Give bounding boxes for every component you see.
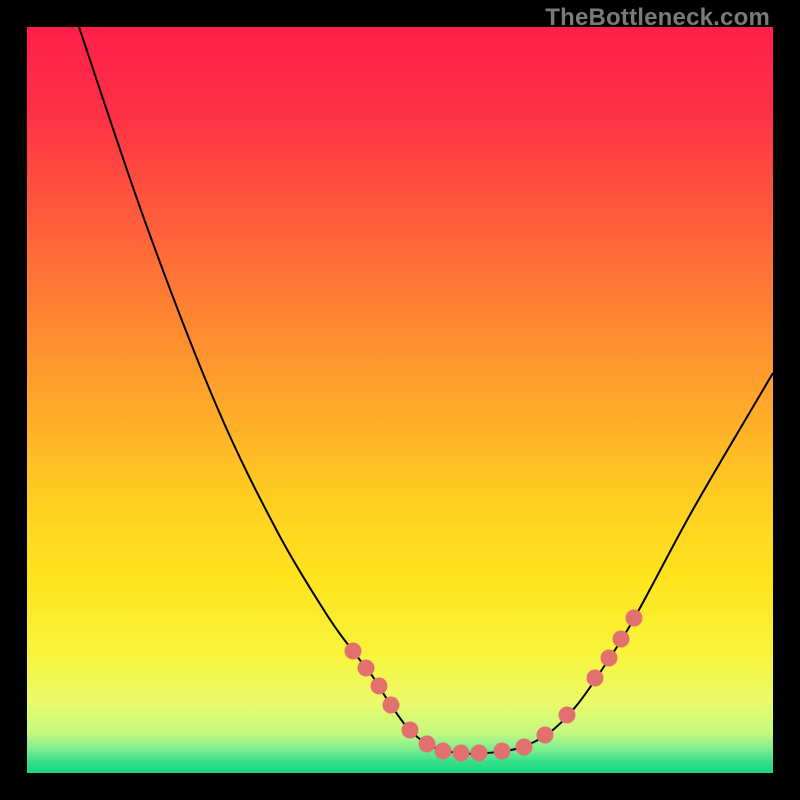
curve-marker xyxy=(383,697,400,714)
watermark-text: TheBottleneck.com xyxy=(545,4,770,32)
curve-marker xyxy=(587,670,604,687)
curve-marker xyxy=(626,610,643,627)
curve-marker xyxy=(419,736,436,753)
curve-marker xyxy=(516,739,533,756)
curve-marker xyxy=(613,631,630,648)
curve-marker xyxy=(559,707,576,724)
curve-marker xyxy=(453,745,470,762)
curve-marker xyxy=(601,650,618,667)
chart-gradient-background xyxy=(27,27,773,773)
curve-marker xyxy=(345,643,362,660)
chart-plot-area xyxy=(27,27,773,773)
curve-marker xyxy=(358,660,375,677)
curve-marker xyxy=(537,727,554,744)
curve-marker xyxy=(471,745,488,762)
curve-marker xyxy=(402,722,419,739)
curve-marker xyxy=(435,743,452,760)
curve-marker xyxy=(494,743,511,760)
curve-marker xyxy=(371,678,388,695)
chart-svg xyxy=(27,27,773,773)
